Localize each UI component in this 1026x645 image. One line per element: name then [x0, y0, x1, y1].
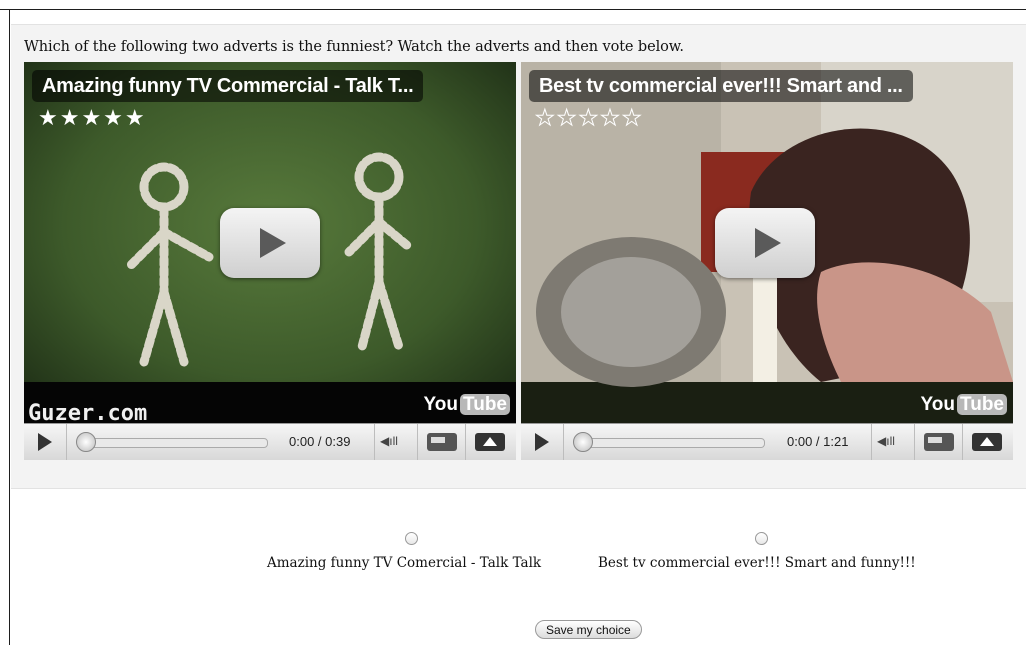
video-2-rating-stars: ★★★★★ [535, 106, 644, 132]
volume-icon[interactable]: ◀ıll [380, 434, 398, 448]
video-1-controls: 0:00 / 0:39 ◀ıll [24, 423, 516, 460]
vote-option-1-label: Amazing funny TV Comercial - Talk Talk [267, 555, 542, 571]
video-1-time: 0:00 / 0:39 [289, 434, 351, 449]
divider [465, 424, 466, 460]
video-1-play-overlay-icon[interactable] [220, 208, 320, 278]
youtube-logo-2[interactable]: You Tube [921, 394, 1007, 416]
divider [417, 424, 418, 460]
video-1-scrubber-knob[interactable] [76, 432, 96, 452]
frame-border-left [9, 9, 10, 645]
vote-option-2-label: Best tv commercial ever!!! Smart and fun… [598, 555, 916, 571]
frame-border-top [0, 9, 1026, 10]
volume-icon[interactable]: ◀ıll [877, 434, 895, 448]
question-text: Which of the following two adverts is th… [24, 39, 684, 55]
youtube-logo-you-1: You [423, 394, 459, 415]
play-icon[interactable] [535, 433, 549, 451]
video-1-title[interactable]: Amazing funny TV Commercial - Talk T... [32, 70, 424, 102]
divider [871, 424, 872, 460]
video-player-1[interactable]: Guzer.com Amazing funny TV Commercial - … [24, 62, 516, 460]
youtube-logo-you-2: You [920, 394, 956, 415]
divider [563, 424, 564, 460]
youtube-logo-1[interactable]: You Tube [424, 394, 510, 416]
vote-radio-2[interactable] [755, 532, 768, 545]
window-size-icon[interactable] [924, 433, 954, 451]
video-2-play-overlay-icon[interactable] [715, 208, 815, 278]
divider [374, 424, 375, 460]
video-1-rating-stars: ★★★★★ [38, 106, 147, 131]
video-2-controls: 0:00 / 1:21 ◀ıll [521, 423, 1013, 460]
youtube-logo-tube-2: Tube [957, 394, 1007, 415]
play-icon[interactable] [38, 433, 52, 451]
video-1-progress-track[interactable] [82, 438, 268, 448]
divider [962, 424, 963, 460]
vote-radio-1[interactable] [405, 532, 418, 545]
video-2-time: 0:00 / 1:21 [787, 434, 849, 449]
save-choice-button[interactable]: Save my choice [535, 620, 642, 639]
divider [914, 424, 915, 460]
video-2-progress-track[interactable] [579, 438, 765, 448]
video-2-scrubber-knob[interactable] [573, 432, 593, 452]
video-2-title[interactable]: Best tv commercial ever!!! Smart and ... [529, 70, 913, 102]
video-player-2[interactable]: Best tv commercial ever!!! Smart and ...… [521, 62, 1013, 460]
fullscreen-icon[interactable] [475, 433, 505, 451]
divider [66, 424, 67, 460]
youtube-logo-tube-1: Tube [460, 394, 510, 415]
fullscreen-icon[interactable] [972, 433, 1002, 451]
guzer-watermark: Guzer.com [28, 401, 147, 424]
window-size-icon[interactable] [427, 433, 457, 451]
